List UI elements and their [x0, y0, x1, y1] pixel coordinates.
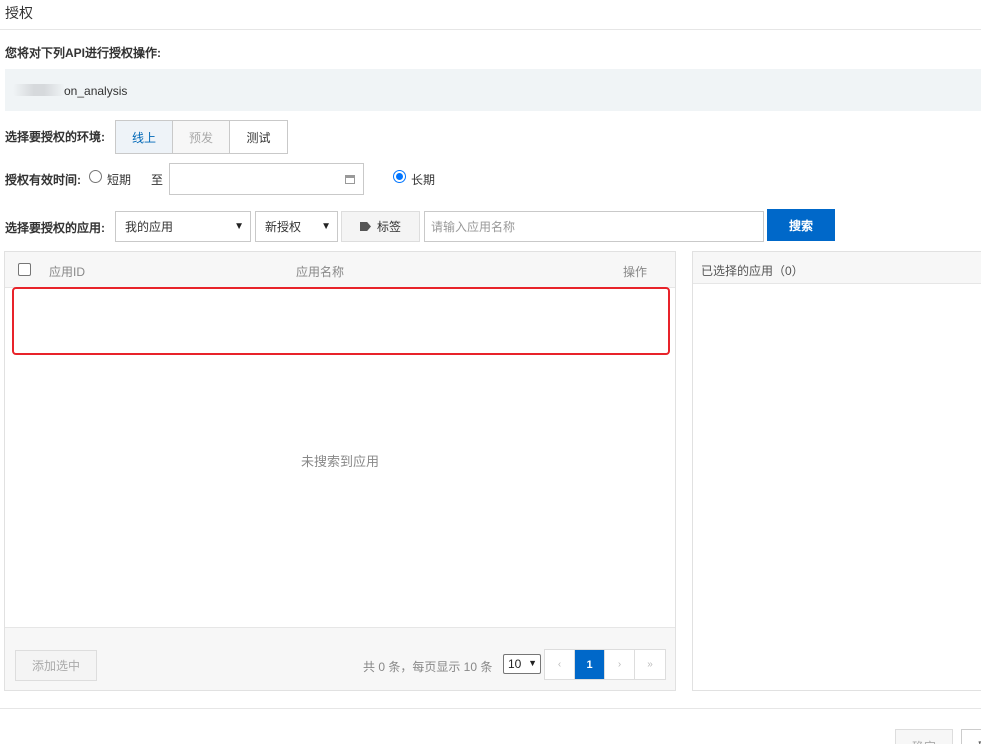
env-online-button[interactable]: 线上 — [116, 121, 173, 153]
prev-page-button[interactable]: ‹ — [545, 650, 575, 679]
next-page-button[interactable]: › — [605, 650, 635, 679]
auth-type-value: 新授权 — [265, 220, 302, 234]
column-actions: 操作 — [623, 265, 648, 279]
column-app-name: 应用名称 — [296, 265, 345, 279]
tag-icon — [359, 222, 371, 231]
page-size-select[interactable]: 10 ▼ — [503, 654, 541, 674]
short-term-radio[interactable] — [89, 170, 102, 183]
chevron-down-icon: ▼ — [234, 221, 244, 232]
column-app-id: 应用ID — [49, 265, 86, 279]
api-section-label: 您将对下列API进行授权操作: — [5, 46, 162, 60]
dialog-title: 授权 — [5, 5, 33, 21]
confirm-button[interactable]: 确定 — [895, 729, 953, 744]
footer-divider — [0, 708, 981, 709]
auth-type-select[interactable]: 新授权 ▼ — [255, 211, 338, 242]
select-all-checkbox[interactable] — [18, 263, 31, 276]
app-table-panel: 应用ID 应用名称 操作 未搜索到应用 添加选中 共 0 条，每页显示 10 条… — [4, 251, 676, 691]
env-test-button[interactable]: 测试 — [230, 121, 287, 153]
long-term-label: 长期 — [411, 173, 436, 187]
search-button[interactable]: 搜索 — [767, 209, 835, 241]
page-size-value: 10 — [508, 657, 522, 671]
environment-label: 选择要授权的环境: — [5, 130, 105, 144]
table-footer: 添加选中 共 0 条，每页显示 10 条 10 ▼ ‹ 1 › » — [5, 627, 675, 690]
tag-filter-button[interactable]: 标签 — [341, 211, 420, 242]
last-page-button[interactable]: » — [635, 650, 665, 679]
add-selected-button[interactable]: 添加选中 — [15, 650, 97, 681]
api-list-box — [5, 69, 981, 111]
cancel-button[interactable]: 取 — [961, 729, 981, 744]
env-staging-button[interactable]: 预发 — [173, 121, 230, 153]
tag-filter-label: 标签 — [376, 220, 401, 234]
short-term-label: 短期 — [107, 173, 132, 187]
highlight-box — [12, 287, 670, 355]
api-name: on_analysis — [64, 84, 128, 98]
long-term-radio[interactable] — [393, 170, 406, 183]
empty-state-text: 未搜索到应用 — [300, 454, 379, 469]
table-header: 应用ID 应用名称 操作 — [5, 252, 675, 288]
app-filter-label: 选择要授权的应用: — [5, 221, 105, 235]
blurred-api-prefix — [13, 84, 65, 96]
end-date-input[interactable] — [169, 163, 364, 195]
validity-label: 授权有效时间: — [5, 173, 81, 187]
chevron-down-icon: ▼ — [321, 221, 331, 232]
selected-apps-header: 已选择的应用（0） — [693, 252, 981, 284]
title-divider — [0, 29, 981, 30]
selected-apps-panel: 已选择的应用（0） — [692, 251, 981, 691]
app-scope-select[interactable]: 我的应用 ▼ — [115, 211, 251, 242]
pager-info: 共 0 条，每页显示 10 条 — [363, 660, 493, 674]
to-label: 至 — [151, 173, 164, 187]
selected-apps-title: 已选择的应用（0） — [701, 264, 804, 278]
environment-toggle-group: 线上 预发 测试 — [115, 120, 288, 154]
chevron-down-icon: ▼ — [528, 658, 537, 668]
page-1-button[interactable]: 1 — [575, 650, 605, 679]
app-scope-value: 我的应用 — [125, 220, 174, 234]
pagination: ‹ 1 › » — [544, 649, 666, 680]
app-name-search-input[interactable] — [424, 211, 764, 242]
calendar-icon[interactable] — [345, 175, 355, 184]
